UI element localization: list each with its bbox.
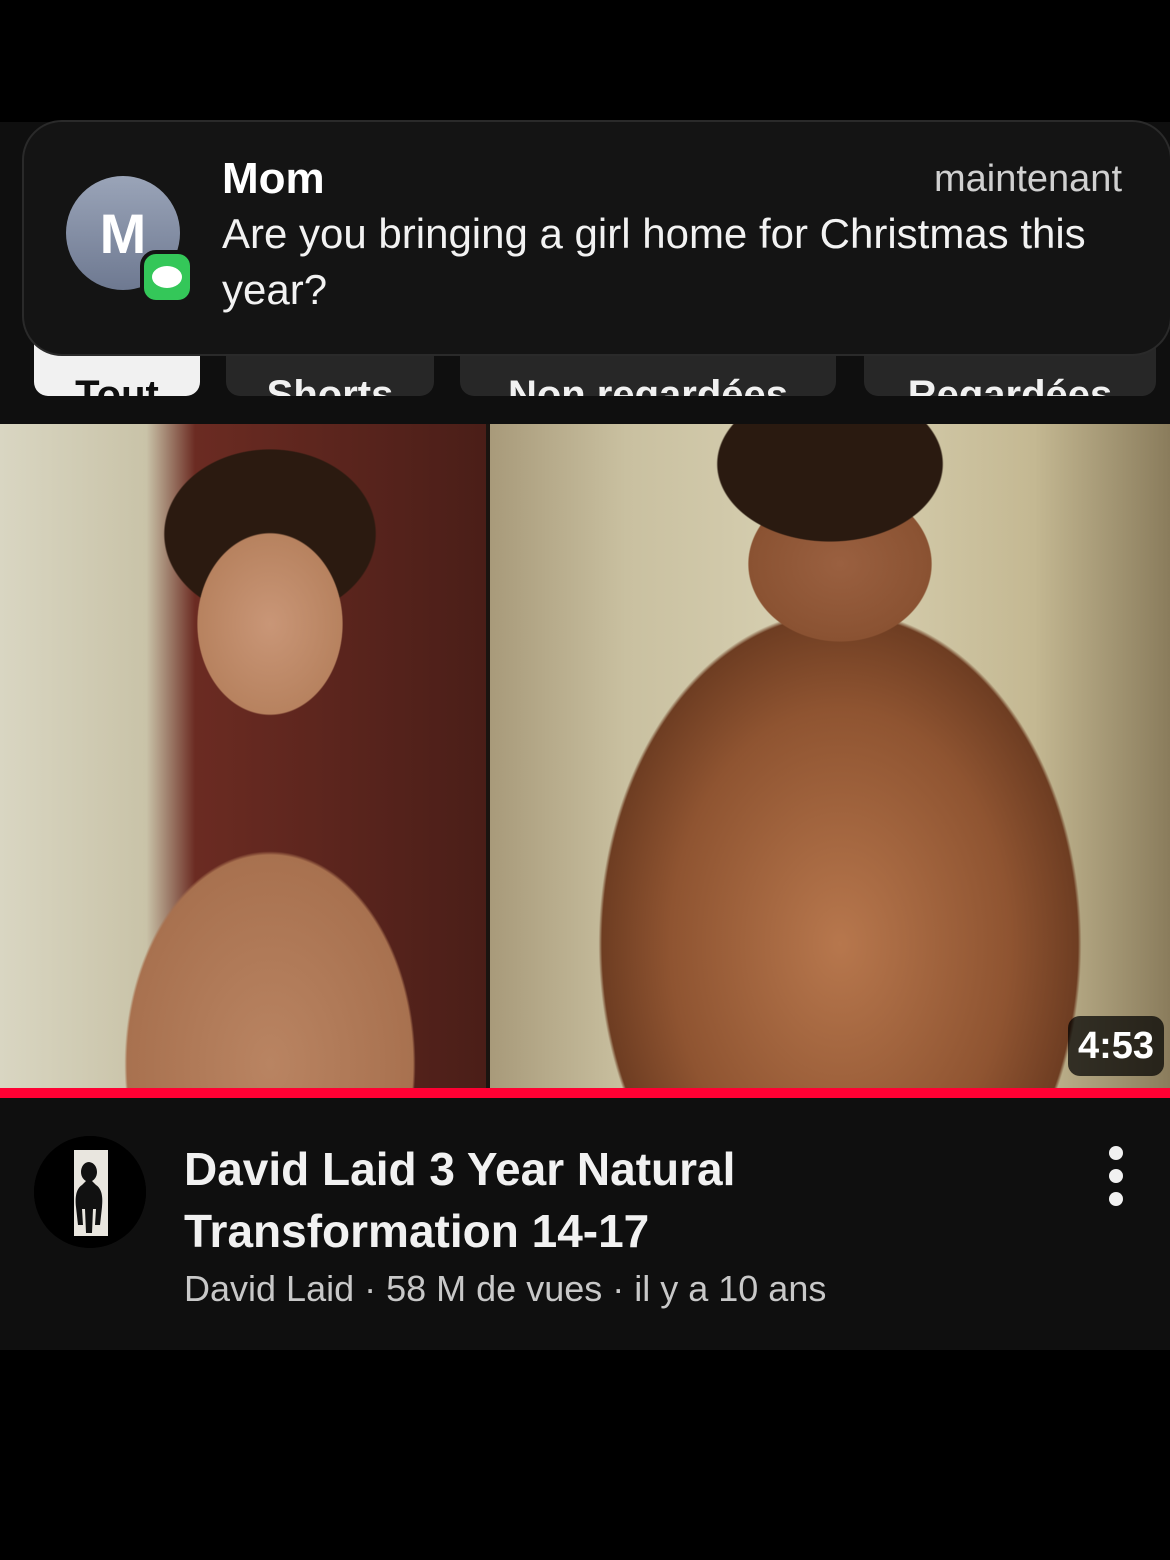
- meta-separator: ·: [354, 1268, 387, 1309]
- video-metadata: David Laid · 58 M de vues · il y a 10 an…: [184, 1268, 826, 1310]
- thumbnail-divider: [486, 424, 490, 1088]
- channel-avatar[interactable]: [34, 1136, 146, 1248]
- chip-label: Shorts: [266, 373, 394, 396]
- meta-separator: ·: [602, 1268, 635, 1309]
- messages-icon: [140, 250, 194, 304]
- video-duration: 4:53: [1067, 1016, 1164, 1076]
- watch-progress-bar: [0, 1088, 1170, 1098]
- more-vert-icon[interactable]: [1096, 1146, 1136, 1206]
- chip-label: Tout: [75, 373, 159, 396]
- upload-age: il y a 10 ans: [634, 1268, 827, 1309]
- avatar-letter: M: [99, 201, 147, 265]
- notification-time: maintenant: [933, 158, 1122, 200]
- view-count: 58 M de vues: [386, 1268, 603, 1309]
- channel-name[interactable]: David Laid: [184, 1268, 354, 1309]
- chip-label: Regardées: [907, 373, 1113, 396]
- notification-sender: Mom: [222, 154, 325, 203]
- video-title[interactable]: David Laid 3 Year Natural Transformation…: [184, 1138, 1044, 1262]
- chip-label: Non regardées: [507, 373, 789, 396]
- video-thumbnail[interactable]: 4:53: [0, 424, 1170, 1088]
- thumbnail-before-photo: [0, 424, 488, 1088]
- thumbnail-after-photo: [490, 424, 1170, 1088]
- notification-message: Are you bringing a girl home for Christm…: [222, 210, 1086, 313]
- silhouette-icon: [34, 1136, 146, 1248]
